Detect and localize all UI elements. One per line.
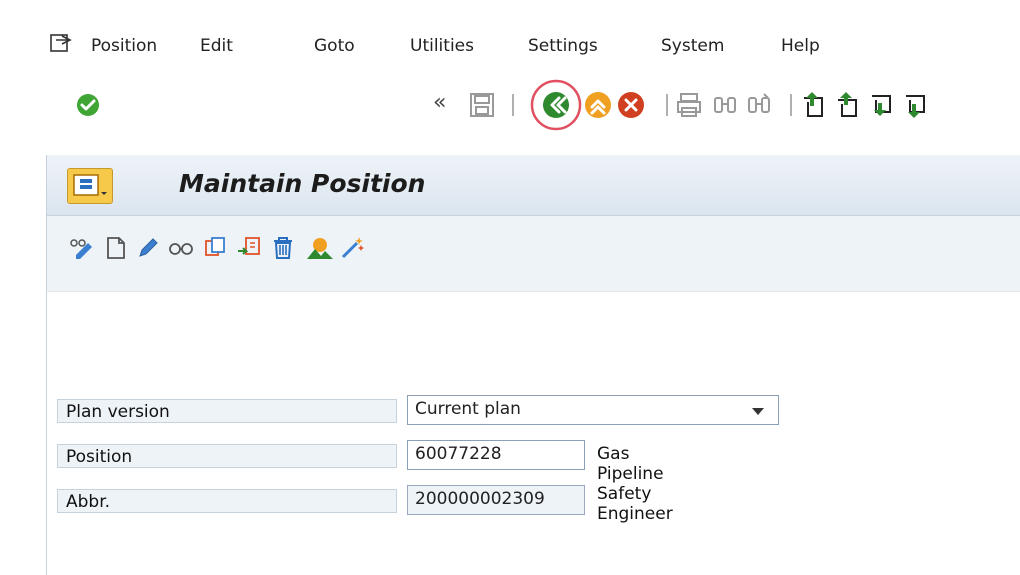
- menu-edit[interactable]: Edit: [200, 36, 233, 56]
- change-icon[interactable]: [135, 235, 161, 261]
- form-row-abbr: Abbr. 200000002309: [47, 485, 607, 515]
- abbr-label: Abbr.: [57, 489, 397, 513]
- overview-icon[interactable]: [305, 235, 335, 261]
- wizard-icon[interactable]: [339, 235, 365, 261]
- display-icon[interactable]: [167, 235, 195, 261]
- find-icon[interactable]: [712, 92, 738, 118]
- system-toolbar: «: [0, 74, 1020, 193]
- screen-title-bar: Maintain Position: [47, 155, 1020, 216]
- page-title: Maintain Position: [179, 169, 426, 198]
- display-info-icon[interactable]: [67, 235, 97, 261]
- first-page-icon[interactable]: [800, 90, 830, 120]
- menu-settings[interactable]: Settings: [528, 36, 598, 56]
- cancel-icon[interactable]: [617, 91, 645, 119]
- menu-bar: Position Edit Goto Utilities Settings Sy…: [0, 0, 1020, 74]
- menu-utilities[interactable]: Utilities: [410, 36, 474, 56]
- abbr-input[interactable]: 200000002309: [407, 485, 585, 515]
- create-icon[interactable]: [103, 235, 129, 261]
- separator: [790, 94, 792, 116]
- plan-version-dropdown[interactable]: Current plan: [407, 395, 779, 425]
- find-next-icon[interactable]: [746, 92, 772, 118]
- save-icon[interactable]: [469, 92, 495, 118]
- form-row-plan-version: Plan version Current plan: [47, 395, 779, 425]
- position-description: Gas Pipeline Safety Engineer: [597, 444, 673, 524]
- position-value: 60077228: [415, 444, 502, 464]
- separator: [512, 94, 514, 116]
- print-icon[interactable]: [676, 92, 702, 118]
- application-toolbar: [47, 216, 1020, 292]
- back-double-chevron-icon[interactable]: «: [433, 90, 446, 115]
- previous-page-icon[interactable]: [834, 90, 864, 120]
- back-icon[interactable]: [529, 78, 583, 132]
- form-row-position: Position 60077228 Gas Pipeline Safety En…: [47, 440, 673, 524]
- next-page-icon[interactable]: [868, 90, 898, 120]
- copy-icon[interactable]: [202, 235, 228, 261]
- position-input[interactable]: 60077228: [407, 440, 585, 470]
- enter-icon[interactable]: [76, 93, 100, 117]
- plan-version-dropdown-icon[interactable]: [752, 408, 764, 415]
- plan-version-value: Current plan: [415, 399, 521, 419]
- menu-help[interactable]: Help: [781, 36, 820, 56]
- position-label: Position: [57, 444, 397, 468]
- menu-icon[interactable]: [50, 34, 72, 54]
- last-page-icon[interactable]: [902, 90, 932, 120]
- exit-icon[interactable]: [584, 91, 612, 119]
- menu-position[interactable]: Position: [91, 36, 157, 56]
- main-panel: Maintain Position Plan version Current p…: [46, 155, 1020, 575]
- menu-system[interactable]: System: [661, 36, 724, 56]
- plan-version-label: Plan version: [57, 399, 397, 423]
- delimit-icon[interactable]: [236, 235, 262, 261]
- abbr-value: 200000002309: [415, 489, 545, 509]
- menu-goto[interactable]: Goto: [314, 36, 355, 56]
- delete-icon[interactable]: [270, 235, 296, 261]
- separator: [666, 94, 668, 116]
- menu-button-icon[interactable]: [67, 168, 113, 204]
